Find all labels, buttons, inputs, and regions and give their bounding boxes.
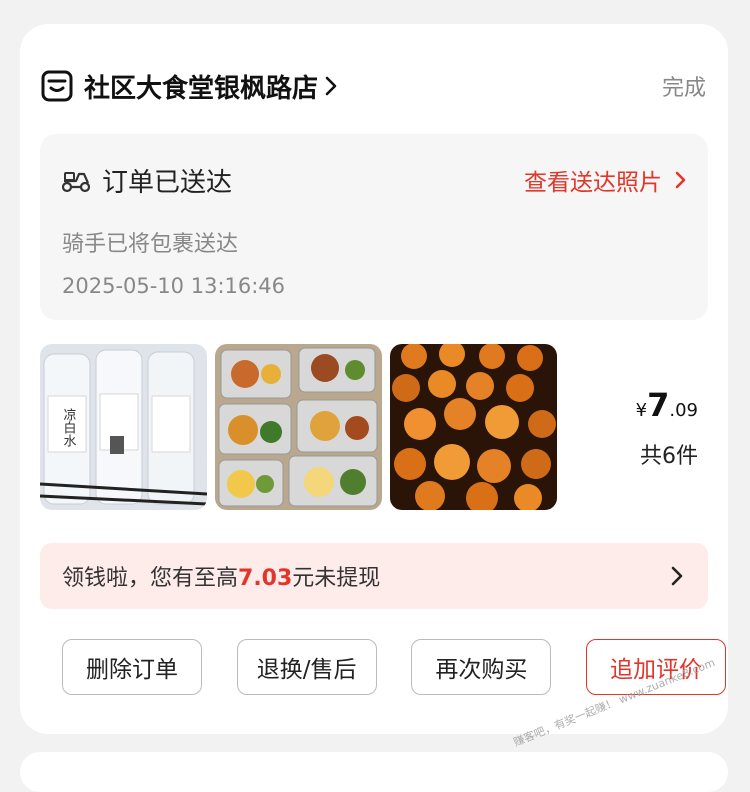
delivery-scooter-icon [61, 172, 91, 193]
chevron-right-icon [675, 171, 686, 189]
order-total-price: ¥7.09 [636, 386, 698, 424]
water-label-text: 凉白水 [61, 408, 77, 447]
water-bottles-image[interactable]: 凉白水 [40, 344, 207, 510]
item-thumbnails[interactable]: 凉白水 [40, 344, 557, 510]
meal-trays-image[interactable] [215, 344, 382, 510]
currency-symbol: ¥ [635, 400, 648, 421]
view-delivery-photo-label: 查看送达照片 [524, 170, 662, 196]
delivery-status-title: 订单已送达 [102, 167, 233, 198]
price-decimal: .09 [669, 400, 698, 421]
order-card: 社区大食堂银枫路店 完成 订单已送达 查看送达照片 骑手已将包裹送达 2025-… [20, 24, 728, 749]
cash-banner-suffix: 元未提现 [292, 566, 381, 591]
view-delivery-photo-link[interactable]: 查看送达照片 [524, 163, 688, 197]
cash-banner-amount: 7.03 [238, 566, 293, 591]
price-integer: 7 [647, 386, 670, 424]
store-icon [41, 70, 73, 102]
next-order-card [20, 752, 728, 792]
chevron-right-icon [325, 76, 337, 96]
cash-withdraw-banner[interactable]: 领钱啦，您有至高7.03元未提现 [40, 543, 708, 609]
item-count: 共6件 [640, 444, 698, 469]
refund-aftersale-button[interactable]: 退换/售后 [236, 639, 377, 695]
cash-banner-text: 领钱啦，您有至高7.03元未提现 [62, 560, 380, 592]
delivery-panel: 订单已送达 查看送达照片 骑手已将包裹送达 2025-05-10 13:16:4… [40, 134, 708, 320]
chevron-right-icon [671, 566, 683, 586]
delete-order-button[interactable]: 删除订单 [62, 639, 202, 695]
order-status: 完成 [661, 76, 706, 101]
order-summary: ¥7.09 共6件 [636, 386, 698, 470]
order-actions: 删除订单 退换/售后 再次购买 追加评价 [62, 639, 726, 695]
store-name[interactable]: 社区大食堂银枫路店 [84, 68, 318, 105]
cash-banner-prefix: 领钱啦，您有至高 [62, 566, 239, 591]
store-header[interactable]: 社区大食堂银枫路店 完成 [40, 64, 706, 108]
delivery-subtitle: 骑手已将包裹送达 [62, 232, 239, 257]
buy-again-button[interactable]: 再次购买 [411, 639, 552, 695]
delivery-time: 2025-05-10 13:16:46 [62, 274, 286, 298]
braised-eggs-image[interactable] [390, 344, 557, 510]
